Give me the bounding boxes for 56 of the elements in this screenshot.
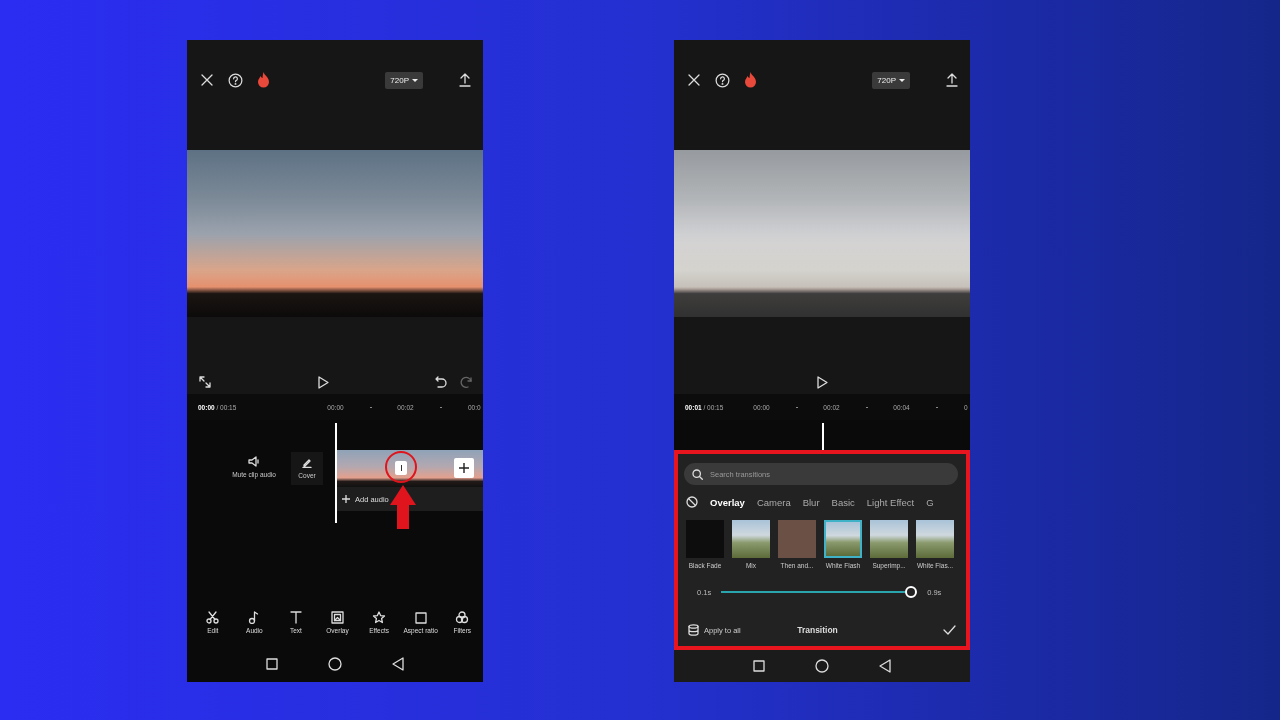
close-icon[interactable] [687,73,701,87]
help-icon[interactable] [228,72,243,88]
circle-annotation [385,451,417,483]
duration-slider[interactable] [721,586,918,598]
play-icon[interactable] [317,375,329,389]
overlay-icon [331,611,344,624]
add-clip-button[interactable] [454,458,474,478]
home-icon[interactable] [815,659,829,673]
help-icon[interactable] [715,72,730,88]
flame-icon[interactable] [744,72,757,88]
playhead-line [822,423,824,450]
recents-icon[interactable] [266,657,278,670]
home-icon[interactable] [328,656,342,671]
scissors-icon [206,611,220,624]
slider-thumb[interactable] [905,586,918,598]
check-icon[interactable] [943,625,956,635]
plus-icon [342,495,350,503]
close-icon[interactable] [200,73,214,87]
category-tab[interactable]: G [926,496,934,508]
no-transition-icon[interactable] [686,496,698,508]
sparkle-star-icon [372,611,387,624]
undo-icon[interactable] [435,376,447,388]
category-tab[interactable]: Blur [802,496,820,508]
resolution-dropdown[interactable]: 720P [385,71,423,89]
tick-mark [369,406,372,408]
flame-icon[interactable] [257,72,270,88]
redo-icon[interactable] [460,376,472,388]
arrow-annotation [390,485,416,529]
square-icon [414,611,427,624]
three-circles-icon [455,611,470,624]
back-icon[interactable] [392,656,404,671]
music-note-icon [248,611,261,624]
play-icon[interactable] [817,375,828,389]
video-clip-strip[interactable] [335,450,483,487]
search-icon [692,468,703,480]
category-tab[interactable]: Overlay [710,496,745,508]
tick-mark [439,406,442,408]
upload-icon[interactable] [946,73,958,87]
resolution-dropdown[interactable]: 720P [872,71,910,89]
pencil-icon [302,458,312,468]
panel-title: Transition [796,625,839,635]
text-icon [289,611,302,624]
category-tab[interactable]: Camera [756,496,791,508]
back-icon[interactable] [879,659,891,673]
tick-mark [935,406,938,408]
transition-marker[interactable] [395,461,407,475]
recents-icon[interactable] [753,660,765,672]
stack-icon [688,624,699,636]
tick-mark [865,406,868,408]
category-tab[interactable]: Basic [831,496,855,508]
fullscreen-icon[interactable] [199,376,211,388]
upload-icon[interactable] [459,73,471,87]
speaker-icon [248,456,260,467]
plus-icon [459,463,469,473]
category-tab[interactable]: Light Effect [866,496,915,508]
tick-mark [795,406,798,408]
